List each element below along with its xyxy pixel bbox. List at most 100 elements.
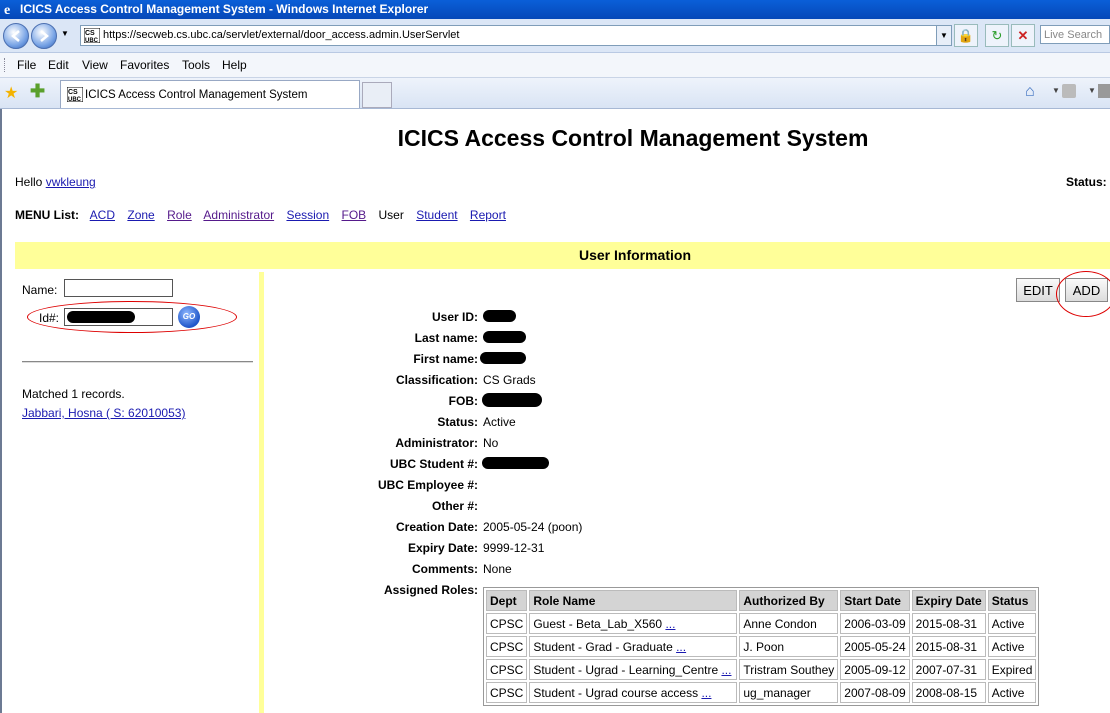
cell-status: Active	[987, 682, 1037, 703]
role-name-text: Guest - Beta_Lab_X560	[533, 616, 663, 631]
field-label: Status:	[437, 415, 478, 429]
col-status: Status	[987, 590, 1037, 611]
svg-text:e: e	[4, 3, 10, 16]
address-url: https://secweb.cs.ubc.ca/servlet/externa…	[103, 29, 460, 41]
svg-text:CS: CS	[68, 89, 78, 96]
history-dropdown-icon[interactable]: ▼	[61, 29, 69, 38]
site-favicon-icon: CSUBC	[84, 28, 100, 43]
cell-role-name: Student - Grad - Graduate ...	[529, 636, 738, 657]
menu-file[interactable]: File	[17, 58, 36, 72]
menu-view[interactable]: View	[82, 58, 108, 72]
field-label: Creation Date:	[395, 520, 478, 534]
new-tab-button[interactable]	[362, 82, 392, 108]
address-toolbar: ▼ CS UBC https://secweb.cs.ubc.ca/servlet…	[0, 19, 1110, 53]
page-title: ICICS Access Control Management System	[397, 125, 869, 151]
forward-button[interactable]	[31, 23, 57, 49]
field-label: FOB:	[448, 394, 478, 408]
field-label: First name:	[413, 352, 478, 366]
field-value: No	[483, 436, 499, 450]
favorites-star-icon[interactable]: ★	[4, 83, 18, 103]
name-input[interactable]	[64, 279, 173, 297]
field-label: Other #:	[431, 499, 478, 513]
table-row: CPSC Student - Ugrad - Learning_Centre .…	[486, 659, 1037, 680]
result-link[interactable]: Jabbari, Hosna ( S: 62010053)	[22, 406, 185, 420]
cell-start-date: 2006-03-09	[840, 613, 910, 634]
lock-icon[interactable]: 🔒	[954, 24, 978, 47]
feeds-icon[interactable]	[1062, 84, 1076, 98]
home-dropdown-icon[interactable]: ▼	[1052, 86, 1060, 95]
cell-authorized-by: J. Poon	[739, 636, 839, 657]
menu-list-label: MENU List:	[15, 208, 79, 222]
redaction-mark	[483, 331, 526, 343]
role-details-link[interactable]: ...	[721, 663, 731, 677]
svg-text:UBC: UBC	[85, 38, 99, 43]
live-search-input[interactable]: Live Search	[1040, 25, 1110, 44]
redaction-mark	[480, 352, 526, 364]
cell-role-name: Student - Ugrad course access ...	[529, 682, 738, 703]
role-name-text: Student - Ugrad - Learning_Centre	[533, 662, 719, 677]
field-label: Classification:	[395, 373, 478, 387]
field-label: UBC Employee #:	[377, 478, 478, 492]
menu-report[interactable]: Report	[470, 208, 506, 222]
cell-status: Expired	[987, 659, 1037, 680]
cell-authorized-by: Tristram Southey	[739, 659, 839, 680]
window-title-bar: e ICICS Access Control Management System…	[0, 0, 1110, 19]
role-details-link[interactable]: ...	[701, 686, 711, 700]
refresh-icon[interactable]: ↻	[985, 24, 1009, 47]
menu-zone[interactable]: Zone	[127, 208, 154, 222]
role-details-link[interactable]: ...	[665, 617, 675, 631]
back-button[interactable]	[3, 23, 29, 49]
menu-edit[interactable]: Edit	[48, 58, 69, 72]
add-favorite-icon[interactable]: ✚	[30, 81, 45, 102]
cell-start-date: 2005-05-24	[840, 636, 910, 657]
field-value: CS Grads	[483, 373, 536, 387]
menu-help[interactable]: Help	[222, 58, 247, 72]
role-details-link[interactable]: ...	[676, 640, 686, 654]
cell-authorized-by: Anne Condon	[739, 613, 839, 634]
menu-fob[interactable]: FOB	[342, 208, 367, 222]
feeds-dropdown-icon[interactable]: ▼	[1088, 86, 1096, 95]
forward-arrow-icon	[40, 30, 49, 42]
table-row: CPSC Guest - Beta_Lab_X560 ... Anne Cond…	[486, 613, 1037, 634]
menu-acd[interactable]: ACD	[90, 208, 115, 222]
menu-role[interactable]: Role	[167, 208, 192, 222]
field-label: User ID:	[431, 310, 478, 324]
field-value: 2005-05-24 (poon)	[483, 520, 583, 534]
field-label: UBC Student #:	[390, 457, 478, 471]
cell-role-name: Student - Ugrad - Learning_Centre ...	[529, 659, 738, 680]
ie-logo-icon: e	[4, 3, 10, 16]
page-content: ICICS Access Control Management System H…	[0, 109, 1110, 713]
cell-expiry-date: 2007-07-31	[911, 659, 986, 680]
cell-start-date: 2007-08-09	[840, 682, 910, 703]
greeting: Hello vwkleung	[15, 175, 96, 189]
stop-icon[interactable]: ✕	[1011, 24, 1035, 47]
field-value: Active	[483, 415, 516, 429]
table-row: CPSC Student - Grad - Graduate ... J. Po…	[486, 636, 1037, 657]
svg-text:UBC: UBC	[68, 97, 82, 102]
assigned-roles-table: Dept Role Name Authorized By Start Date …	[483, 587, 1040, 706]
annotation-oval-add	[1056, 271, 1110, 317]
menu-tools[interactable]: Tools	[182, 58, 210, 72]
address-bar[interactable]: CS UBC https://secweb.cs.ubc.ca/servlet/e…	[80, 25, 952, 46]
field-value: None	[483, 562, 512, 576]
menu-favorites[interactable]: Favorites	[120, 58, 169, 72]
redaction-mark	[483, 310, 516, 322]
menu-administrator[interactable]: Administrator	[203, 208, 274, 222]
edit-button[interactable]: EDIT	[1016, 278, 1060, 302]
menu-student[interactable]: Student	[416, 208, 457, 222]
address-dropdown-icon[interactable]: ▼	[936, 26, 951, 45]
col-expiry-date: Expiry Date	[911, 590, 986, 611]
cell-authorized-by: ug_manager	[739, 682, 839, 703]
tab-favicon-icon: CSUBC	[67, 87, 83, 102]
cell-expiry-date: 2015-08-31	[911, 636, 986, 657]
annotation-oval-id	[27, 301, 237, 333]
print-icon[interactable]	[1098, 84, 1110, 98]
redaction-mark	[482, 393, 542, 407]
home-icon[interactable]: ⌂	[1025, 83, 1035, 101]
tab-current[interactable]: CS UBC ICICS Access Control Management Sy…	[60, 80, 360, 108]
menu-session[interactable]: Session	[286, 208, 329, 222]
col-start-date: Start Date	[840, 590, 910, 611]
username-link[interactable]: vwkleung	[46, 175, 96, 189]
browser-menu-bar: File Edit View Favorites Tools Help	[0, 53, 1110, 78]
cell-status: Active	[987, 636, 1037, 657]
